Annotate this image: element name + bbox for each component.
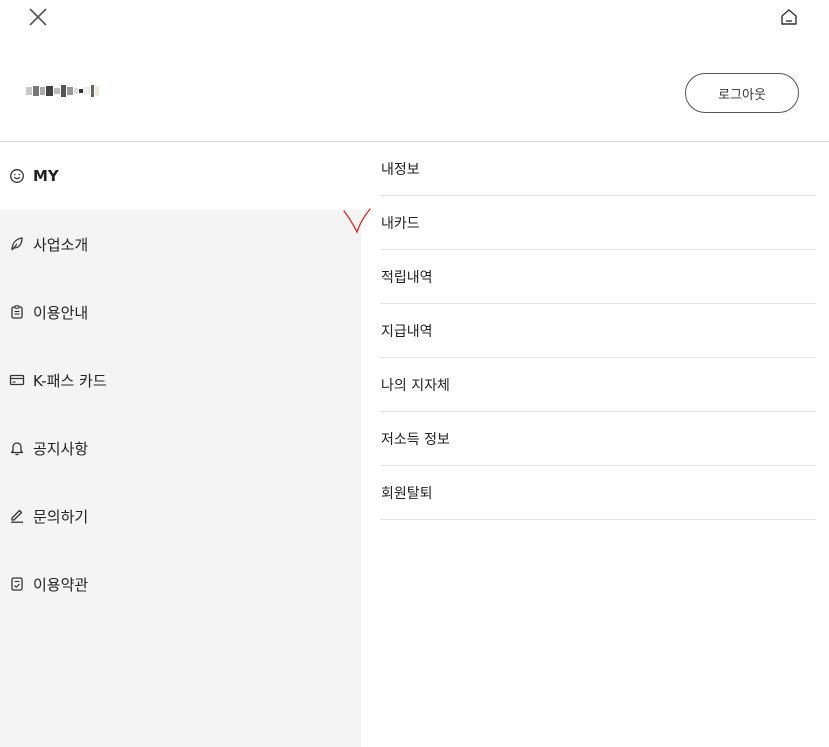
sidebar-item-business[interactable]: 사업소개: [0, 210, 361, 278]
sidebar-item-notice[interactable]: 공지사항: [0, 414, 361, 482]
submenu-item-my-card[interactable]: 내카드: [380, 196, 816, 250]
submenu-item-points-history[interactable]: 적립내역: [380, 250, 816, 304]
sidebar-item-guide[interactable]: 이용안내: [0, 278, 361, 346]
my-submenu: 내정보 내카드 적립내역 지급내역 나의 지자체 저소득 정보 회원탈퇴: [380, 142, 816, 520]
sidebar-item-label: 공지사항: [33, 439, 89, 458]
close-button[interactable]: [27, 6, 49, 28]
sidebar-item-label: 이용약관: [33, 575, 89, 594]
leaf-icon: [9, 236, 25, 252]
pencil-icon: [9, 508, 25, 524]
sidebar-item-label: 문의하기: [33, 507, 89, 526]
logout-button[interactable]: 로그아웃: [685, 73, 799, 113]
submenu-item-my-municipality[interactable]: 나의 지자체: [380, 358, 816, 412]
sidebar-item-label: K-패스 카드: [33, 371, 107, 390]
close-icon: [29, 8, 47, 26]
submenu-item-payment-history[interactable]: 지급내역: [380, 304, 816, 358]
card-icon: [9, 372, 25, 388]
submenu-item-low-income-info[interactable]: 저소득 정보: [380, 412, 816, 466]
sidebar-item-label: 사업소개: [33, 235, 89, 254]
top-bar: [0, 0, 829, 40]
clipboard-icon: [9, 304, 25, 320]
annotation-check-mark-icon: [343, 208, 371, 234]
document-check-icon: [9, 576, 25, 592]
home-button[interactable]: [779, 7, 799, 27]
sidebar-item-label: MY: [33, 167, 59, 185]
smile-icon: [9, 168, 25, 184]
submenu-item-withdraw[interactable]: 회원탈퇴: [380, 466, 816, 520]
sidebar: MY 사업소개 이용안내 K-패스 카드 공지사항 문의하기 이용약관: [0, 142, 361, 747]
submenu-item-my-info[interactable]: 내정보: [380, 142, 816, 196]
sidebar-item-my[interactable]: MY: [0, 142, 361, 210]
user-name-redacted: [26, 80, 106, 102]
user-info-row: 로그아웃: [0, 60, 829, 130]
sidebar-item-label: 이용안내: [33, 303, 89, 322]
home-icon: [781, 9, 797, 25]
sidebar-item-terms[interactable]: 이용약관: [0, 550, 361, 618]
sidebar-item-kpass-card[interactable]: K-패스 카드: [0, 346, 361, 414]
sidebar-item-inquiry[interactable]: 문의하기: [0, 482, 361, 550]
bell-icon: [9, 440, 25, 456]
